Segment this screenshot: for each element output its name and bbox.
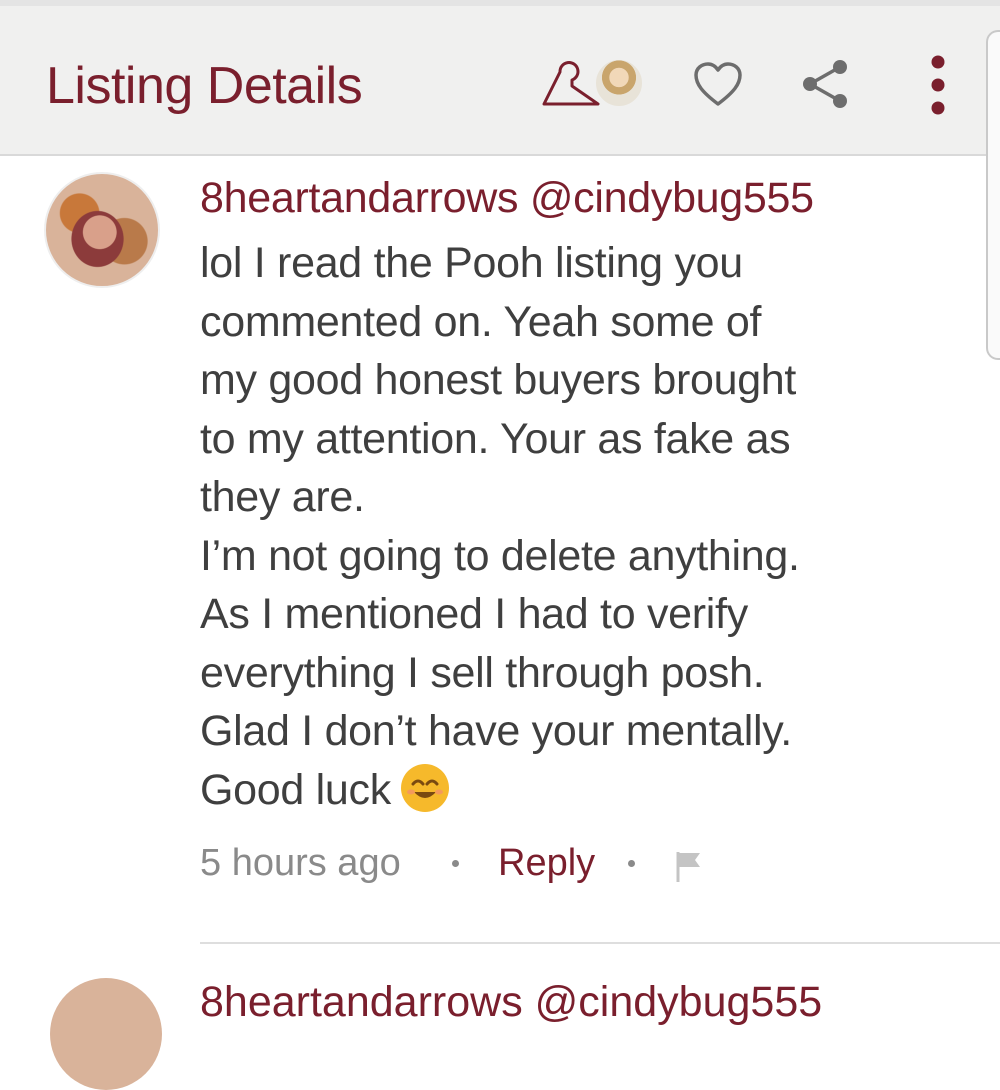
- comment-last-line: Good luck: [200, 761, 940, 820]
- more-vert-icon[interactable]: [926, 54, 950, 116]
- hanger-icon[interactable]: [540, 58, 602, 108]
- commenter-avatar[interactable]: [50, 978, 162, 1090]
- comment-divider: [200, 942, 1000, 944]
- comment-line: I’m not going to delete anything.: [200, 531, 800, 580]
- comment-line: everything I sell through posh.: [200, 648, 765, 697]
- comment-author[interactable]: 8heartandarrows @cindybug555: [200, 978, 822, 1027]
- comment-line: Good luck: [200, 765, 391, 814]
- reply-button[interactable]: Reply: [498, 842, 595, 885]
- share-icon[interactable]: [800, 58, 850, 110]
- seller-avatar[interactable]: [594, 58, 644, 108]
- separator-dot: [628, 860, 635, 867]
- comment-line: lol I read the Pooh listing you: [200, 239, 743, 287]
- comment-line: my good honest buyers brought: [200, 356, 797, 404]
- page-title: Listing Details: [46, 57, 363, 115]
- heart-icon[interactable]: [692, 60, 744, 108]
- comment-line: they are.: [200, 473, 365, 521]
- comment-text: lol I read the Pooh listing you commente…: [200, 234, 940, 819]
- comment-timestamp: 5 hours ago: [200, 842, 401, 884]
- smiling-face-icon: [400, 763, 449, 812]
- comment-line: commented on. Yeah some of: [200, 297, 762, 346]
- commenter-avatar[interactable]: [44, 172, 160, 288]
- comment-line: to my attention. Your as fake as: [200, 414, 791, 463]
- comment-line: Glad I don’t have your mentally.: [200, 707, 792, 755]
- comment-author[interactable]: 8heartandarrows @cindybug555: [200, 174, 814, 223]
- separator-dot: [452, 860, 459, 867]
- app-header: Listing Details: [0, 6, 1000, 156]
- comment-line: As I mentioned I had to verify: [200, 590, 748, 638]
- flag-icon[interactable]: [674, 850, 704, 884]
- comment-meta: 5 hours ago Reply: [200, 840, 800, 892]
